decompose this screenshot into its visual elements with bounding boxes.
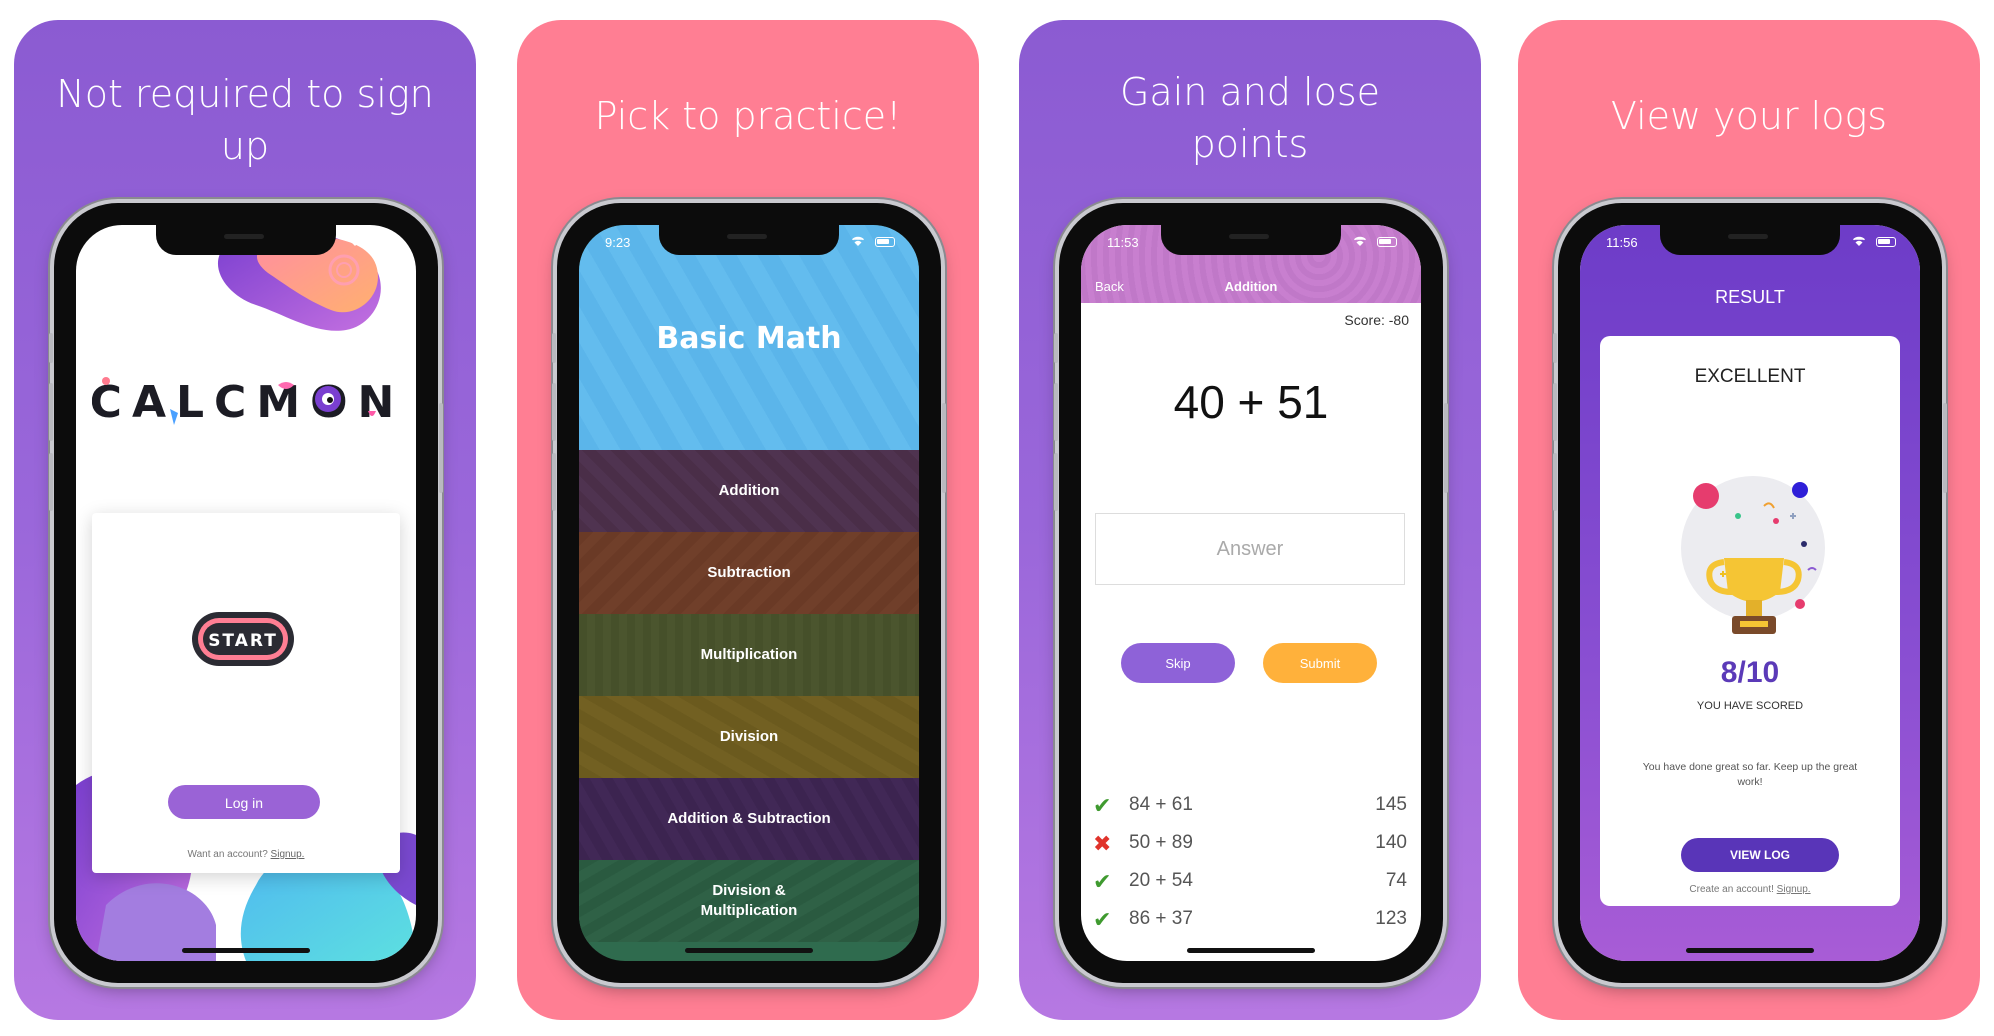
question-text: 40 + 51 — [1173, 376, 1329, 428]
menu-header: Basic Math — [579, 225, 919, 450]
log-row: ✔ 20 + 54 74 — [1093, 867, 1407, 897]
battery-icon — [875, 237, 895, 247]
score-label: Score: -80 — [1344, 312, 1409, 328]
home-indicator — [685, 948, 813, 953]
battery-icon — [1377, 237, 1397, 247]
menu-item-division[interactable]: Division — [579, 696, 919, 778]
start-button[interactable]: START — [188, 608, 298, 670]
promo-panel-3: Gain and lose points Back Addition 11:53… — [1019, 20, 1481, 1020]
calcmon-logo: CALCMON — [90, 365, 402, 435]
check-icon: ✔ — [1093, 907, 1112, 932]
cross-icon: ✖ — [1093, 831, 1112, 856]
trophy-icon — [1681, 476, 1825, 634]
page-title: Basic Math — [656, 321, 842, 356]
app-screen-login: CALCMON START Log in Want an account? Si… — [76, 225, 416, 961]
log-row: ✖ 50 + 89 140 — [1093, 829, 1407, 859]
create-account-text: Create an account! — [1689, 884, 1774, 895]
phone-frame: 11:56 RESULT EXCELLENT 8/10 YOU HAVE SCO… — [1553, 203, 1947, 983]
score-caption: YOU HAVE SCORED — [1696, 700, 1804, 712]
app-screen-menu: Basic Math 9:23 Addition Subtraction Mul… — [579, 225, 919, 961]
view-log-button[interactable]: VIEW LOG — [1681, 838, 1839, 872]
promo-panel-2: Pick to practice! Basic Math 9:23 Additi… — [517, 20, 979, 1020]
menu-item-subtraction[interactable]: Subtraction — [579, 532, 919, 614]
log-answer: 123 — [1375, 908, 1407, 929]
score-value: 8/10 — [1720, 656, 1780, 689]
wifi-icon — [1354, 236, 1366, 246]
panel-caption: View your logs — [1610, 94, 1888, 138]
panel-caption: Not required to sign up — [56, 72, 434, 168]
menu-item-addition-subtraction[interactable]: Addition & Subtraction — [579, 778, 919, 860]
status-time: 9:23 — [605, 235, 631, 250]
log-answer: 140 — [1375, 832, 1407, 853]
signup-link[interactable]: Signup. — [271, 849, 305, 860]
check-icon: ✔ — [1093, 869, 1112, 894]
status-bar: 11:53 — [1107, 235, 1399, 251]
login-button[interactable]: Log in — [168, 785, 320, 819]
svg-text:START: START — [208, 631, 278, 651]
signup-prompt: Want an account? Signup. — [92, 849, 400, 860]
menu-item-multiplication[interactable]: Multiplication — [579, 614, 919, 696]
log-answer: 145 — [1375, 794, 1407, 815]
start-card: START Log in Want an account? Signup. — [92, 513, 400, 873]
result-header: RESULT — [1715, 287, 1785, 307]
app-screen-result: 11:56 RESULT EXCELLENT 8/10 YOU HAVE SCO… — [1580, 225, 1920, 961]
wifi-icon — [1853, 236, 1865, 246]
phone-frame: Back Addition 11:53 Score: -80 40 + 51 S… — [1054, 203, 1448, 983]
result-card: EXCELLENT 8/10 YOU HAVE SCORED You have … — [1600, 336, 1900, 906]
log-row: ✔ 84 + 61 145 — [1093, 791, 1407, 821]
battery-icon — [372, 237, 392, 247]
log-answer: 74 — [1385, 870, 1407, 891]
submit-button[interactable]: Submit — [1263, 643, 1377, 683]
signup-prompt-text: Want an account? — [187, 849, 268, 860]
promo-panel-1: Not required to sign up CALCMON START Lo… — [14, 20, 476, 1020]
promo-panel-4: View your logs 11:56 RESULT EXCELLENT 8/… — [1518, 20, 1980, 1020]
skip-button[interactable]: Skip — [1121, 643, 1235, 683]
log-expression: 20 + 54 — [1129, 870, 1193, 891]
log-expression: 84 + 61 — [1129, 794, 1193, 815]
status-time: 11:53 — [1107, 235, 1139, 250]
menu-item-addition[interactable]: Addition — [579, 450, 919, 532]
status-bar: 11:56 — [1606, 235, 1898, 251]
phone-frame: CALCMON START Log in Want an account? Si… — [49, 203, 443, 983]
status-time: 11:56 — [1606, 235, 1638, 250]
wifi-icon — [852, 236, 864, 246]
phone-frame: Basic Math 9:23 Addition Subtraction Mul… — [552, 203, 946, 983]
home-indicator — [1187, 948, 1315, 953]
battery-icon — [1876, 237, 1896, 247]
status-bar: 9:23 — [605, 235, 897, 251]
rating-label: EXCELLENT — [1694, 366, 1806, 387]
encouragement-text: You have done great so far. Keep up the … — [1642, 761, 1858, 788]
signup-link[interactable]: Signup. — [1777, 884, 1811, 895]
panel-caption: Pick to practice! — [594, 94, 902, 138]
check-icon: ✔ — [1093, 793, 1112, 818]
create-account-prompt: Create an account! Signup. — [1600, 884, 1900, 895]
app-screen-quiz: Back Addition 11:53 Score: -80 40 + 51 S… — [1081, 225, 1421, 961]
answer-input[interactable] — [1095, 513, 1405, 585]
home-indicator — [182, 948, 310, 953]
nav-title: Addition — [1224, 279, 1278, 294]
panel-caption: Gain and lose points — [1119, 70, 1380, 166]
log-row: ✔ 86 + 37 123 — [1093, 905, 1407, 935]
wifi-icon — [349, 236, 361, 246]
home-indicator — [1686, 948, 1814, 953]
log-expression: 50 + 89 — [1129, 832, 1193, 853]
log-expression: 86 + 37 — [1129, 908, 1193, 929]
status-bar — [102, 235, 394, 251]
svg-text:CALCMON: CALCMON — [92, 377, 402, 428]
menu-item-division-multiplication[interactable]: Division & Multiplication — [579, 860, 919, 942]
